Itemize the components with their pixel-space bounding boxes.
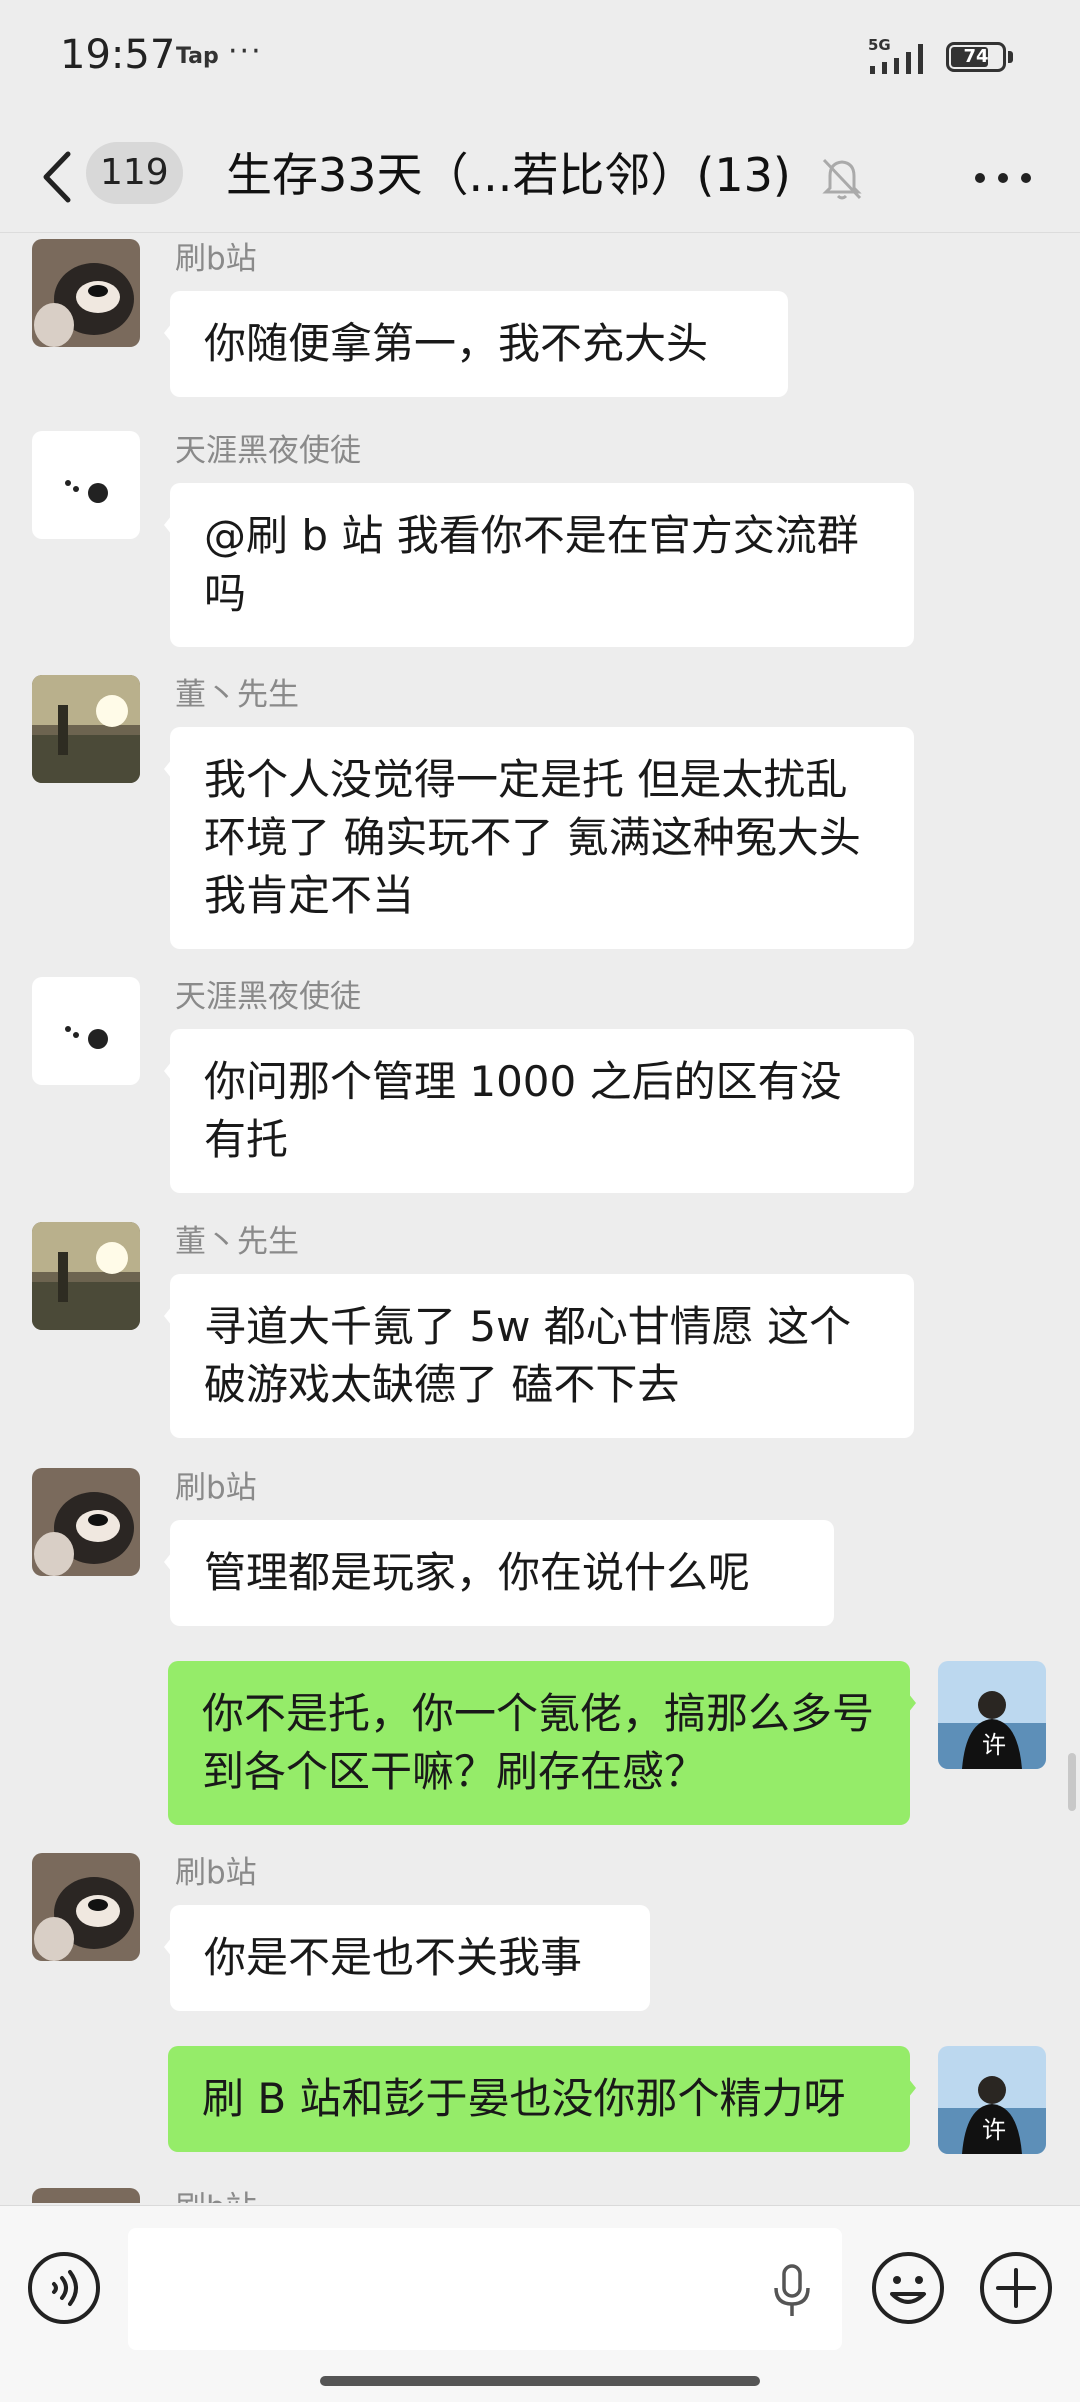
chevron-left-icon[interactable]	[30, 142, 90, 212]
status-time: 19:57	[60, 32, 176, 78]
message-bubble[interactable]: 寻道大千氪了 5w 都心甘情愿 这个破游戏太缺德了 磕不下去	[164, 1274, 914, 1438]
sender-name: 董丶先生	[175, 1224, 299, 1260]
dog-avatar[interactable]	[32, 2188, 140, 2203]
message-bubble[interactable]: 管理都是玩家，你在说什么呢	[164, 1520, 834, 1626]
message-bubble[interactable]: 刷 B 站和彭于晏也没你那个精力呀	[168, 2046, 916, 2152]
self-avatar[interactable]: 许	[938, 2046, 1046, 2154]
sender-name: 董丶先生	[175, 677, 299, 713]
more-notifications-icon: ···	[228, 34, 263, 69]
message-bubble[interactable]: 你不是托，你一个氪佬，搞那么多号到各个区干嘛？刷存在感？	[168, 1661, 916, 1825]
sender-name: 天涯黑夜使徒	[175, 433, 361, 469]
status-bar: 19:57 Tap ··· 5G 74	[0, 0, 1080, 120]
emoji-icon[interactable]	[870, 2250, 946, 2326]
message-bubble[interactable]: @刷 b 站 我看你不是在官方交流群吗	[164, 483, 914, 647]
chat-title[interactable]: 生存33天（...若比邻）(13)	[226, 142, 791, 208]
svg-text:许: 许	[982, 2116, 1006, 2144]
battery-level: 74	[963, 46, 989, 67]
sender-name: 刷b站	[175, 1470, 257, 1506]
svg-text:许: 许	[982, 1731, 1006, 1759]
dog-avatar[interactable]	[32, 239, 140, 347]
self-avatar[interactable]: 许	[938, 1661, 1046, 1769]
landscape-avatar[interactable]	[32, 675, 140, 783]
scrollbar[interactable]	[1068, 1753, 1076, 1811]
message-input[interactable]	[128, 2228, 842, 2350]
message-bubble[interactable]: 我个人没觉得一定是托 但是太扰乱环境了 确实玩不了 氪满这种冤大头我肯定不当	[164, 727, 914, 949]
plus-icon[interactable]	[978, 2250, 1054, 2326]
sender-name: 刷b站	[175, 1855, 257, 1891]
landscape-avatar[interactable]	[32, 1222, 140, 1330]
input-bar	[0, 2205, 1080, 2402]
bell-off-icon	[822, 158, 862, 200]
dots-avatar[interactable]	[32, 977, 140, 1085]
unread-count-badge[interactable]: 119	[86, 142, 183, 204]
dog-avatar[interactable]	[32, 1853, 140, 1961]
voice-icon[interactable]	[26, 2250, 102, 2326]
message-list[interactable]: 刷b站 你随便拿第一，我不充大头 天涯黑夜使徒 @刷 b 站 我看你不是在官方交…	[0, 233, 1080, 2203]
message-bubble[interactable]: 你随便拿第一，我不充大头	[164, 291, 788, 397]
signal-icon: 5G	[868, 36, 923, 74]
tap-notification-icon: Tap	[176, 44, 219, 69]
more-dots-icon[interactable]	[968, 148, 1038, 208]
microphone-icon[interactable]	[770, 2264, 814, 2318]
dog-avatar[interactable]	[32, 1468, 140, 1576]
battery-icon: 74	[946, 42, 1014, 72]
sender-name: 刷b站	[175, 241, 257, 277]
home-indicator[interactable]	[320, 2376, 760, 2386]
sender-name: 天涯黑夜使徒	[175, 979, 361, 1015]
sender-name: 刷b站	[175, 2182, 257, 2203]
chat-header: 119 生存33天（...若比邻）(13)	[0, 120, 1080, 233]
message-bubble[interactable]: 你问那个管理 1000 之后的区有没有托	[164, 1029, 914, 1193]
message-bubble[interactable]: 你是不是也不关我事	[164, 1905, 650, 2011]
network-type-label: 5G	[868, 36, 891, 54]
dots-avatar[interactable]	[32, 431, 140, 539]
